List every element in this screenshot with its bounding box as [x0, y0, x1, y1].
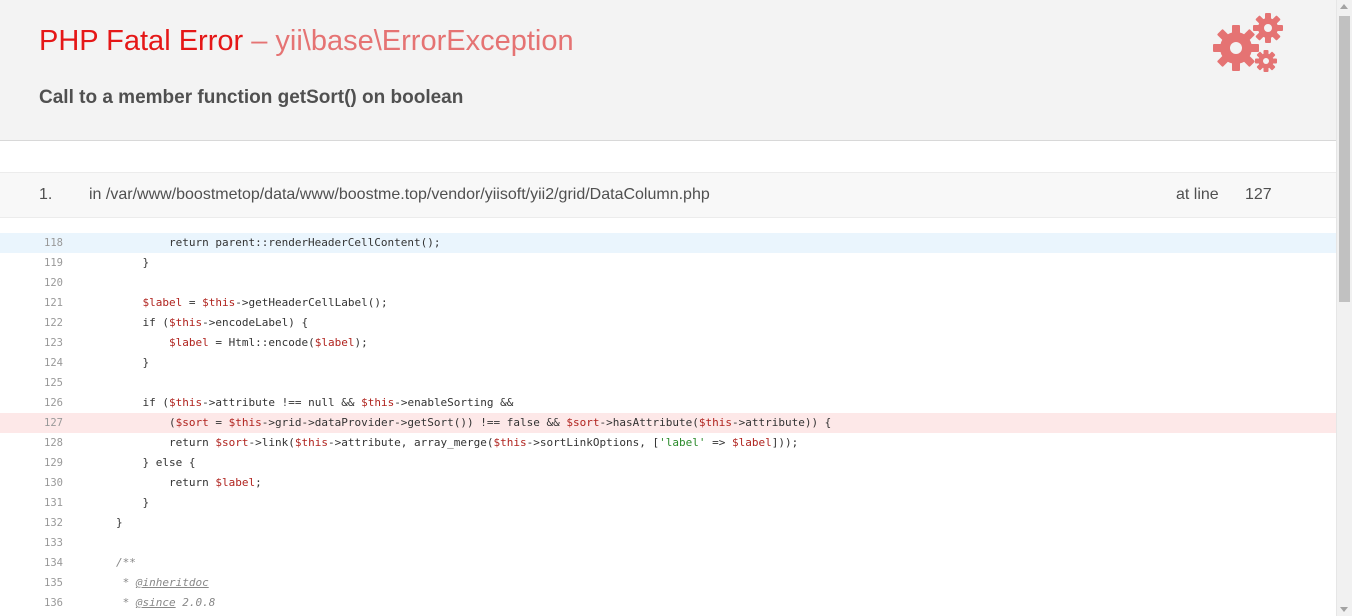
- code-text: return parent::renderHeaderCellContent()…: [168, 236, 441, 249]
- line-number: 125: [44, 377, 63, 389]
- code-text: if ($this->attribute !== null && $this->…: [142, 396, 514, 409]
- call-stack-file: in /var/www/boostmetop/data/www/boostme.…: [89, 186, 710, 203]
- code-line: 124 }: [0, 353, 1337, 373]
- line-number: 119: [44, 257, 63, 269]
- gears-icon: [1213, 13, 1283, 72]
- code-line: 123 $label = Html::encode($label);: [0, 333, 1337, 353]
- line-number: 126: [44, 397, 63, 409]
- code-text: if ($this->encodeLabel) {: [142, 316, 309, 329]
- line-number: 122: [44, 317, 63, 329]
- code-text: }: [116, 516, 123, 529]
- code-text: }: [142, 356, 150, 369]
- code-line: 131 }: [0, 493, 1337, 513]
- line-number: 130: [44, 477, 63, 489]
- line-number: 127: [44, 417, 63, 429]
- error-type: PHP Fatal Error: [39, 25, 244, 57]
- code-line: 128 return $sort->link($this->attribute,…: [0, 433, 1337, 453]
- line-number: 136: [44, 597, 63, 609]
- call-stack-number: 1.: [39, 186, 53, 203]
- code-line: 136 * @since 2.0.8: [0, 593, 1337, 613]
- code-line: 125: [0, 373, 1337, 393]
- scroll-up-icon[interactable]: [1340, 4, 1348, 9]
- code-text: * @since 2.0.8: [116, 596, 216, 609]
- scroll-down-icon[interactable]: [1340, 607, 1348, 612]
- code-text: return $sort->link($this->attribute, arr…: [168, 436, 799, 449]
- vertical-scrollbar[interactable]: [1336, 0, 1352, 616]
- line-number: 129: [44, 457, 63, 469]
- code-line: 132 }: [0, 513, 1337, 533]
- code-snippet: 118 return parent::renderHeaderCellConte…: [0, 233, 1337, 613]
- code-line: 126 if ($this->attribute !== null && $th…: [0, 393, 1337, 413]
- line-number: 131: [44, 497, 63, 509]
- code-text: return $label;: [168, 476, 262, 489]
- code-text: }: [142, 256, 150, 269]
- line-number: 121: [44, 297, 63, 309]
- code-text: }: [142, 496, 150, 509]
- title-separator: –: [251, 25, 268, 57]
- line-number: 133: [44, 537, 63, 549]
- line-number: 123: [44, 337, 63, 349]
- code-line: 135 * @inheritdoc: [0, 573, 1337, 593]
- code-line: 118 return parent::renderHeaderCellConte…: [0, 233, 1337, 253]
- line-number: 135: [44, 577, 63, 589]
- error-message: Call to a member function getSort() on b…: [39, 87, 464, 108]
- code-line: 133: [0, 533, 1337, 553]
- code-line: 122 if ($this->encodeLabel) {: [0, 313, 1337, 333]
- error-title: PHP Fatal Error – yii\base\ErrorExceptio…: [39, 24, 574, 58]
- code-text: /**: [116, 556, 136, 569]
- error-header: PHP Fatal Error – yii\base\ErrorExceptio…: [0, 0, 1337, 141]
- code-text: * @inheritdoc: [116, 576, 209, 589]
- code-line: 121 $label = $this->getHeaderCellLabel()…: [0, 293, 1337, 313]
- call-stack-line-number: 127: [1245, 186, 1272, 203]
- line-number: 118: [44, 237, 63, 249]
- call-stack-at-line-label: at line: [1176, 186, 1219, 203]
- code-line: 129 } else {: [0, 453, 1337, 473]
- code-line: 119 }: [0, 253, 1337, 273]
- code-line-error: 127 ($sort = $this->grid->dataProvider->…: [0, 413, 1337, 433]
- call-stack-item[interactable]: 1. in /var/www/boostmetop/data/www/boost…: [0, 172, 1337, 218]
- code-line: 130 return $label;: [0, 473, 1337, 493]
- scrollbar-thumb[interactable]: [1339, 16, 1350, 302]
- code-line: 120: [0, 273, 1337, 293]
- code-text: } else {: [142, 456, 196, 469]
- code-text: ($sort = $this->grid->dataProvider->getS…: [168, 416, 832, 429]
- line-number: 120: [44, 277, 63, 289]
- line-number: 134: [44, 557, 63, 569]
- code-text: $label = $this->getHeaderCellLabel();: [142, 296, 388, 309]
- code-text: $label = Html::encode($label);: [168, 336, 368, 349]
- exception-class: yii\base\ErrorException: [275, 25, 574, 57]
- line-number: 124: [44, 357, 63, 369]
- code-line: 134 /**: [0, 553, 1337, 573]
- line-number: 132: [44, 517, 63, 529]
- line-number: 128: [44, 437, 63, 449]
